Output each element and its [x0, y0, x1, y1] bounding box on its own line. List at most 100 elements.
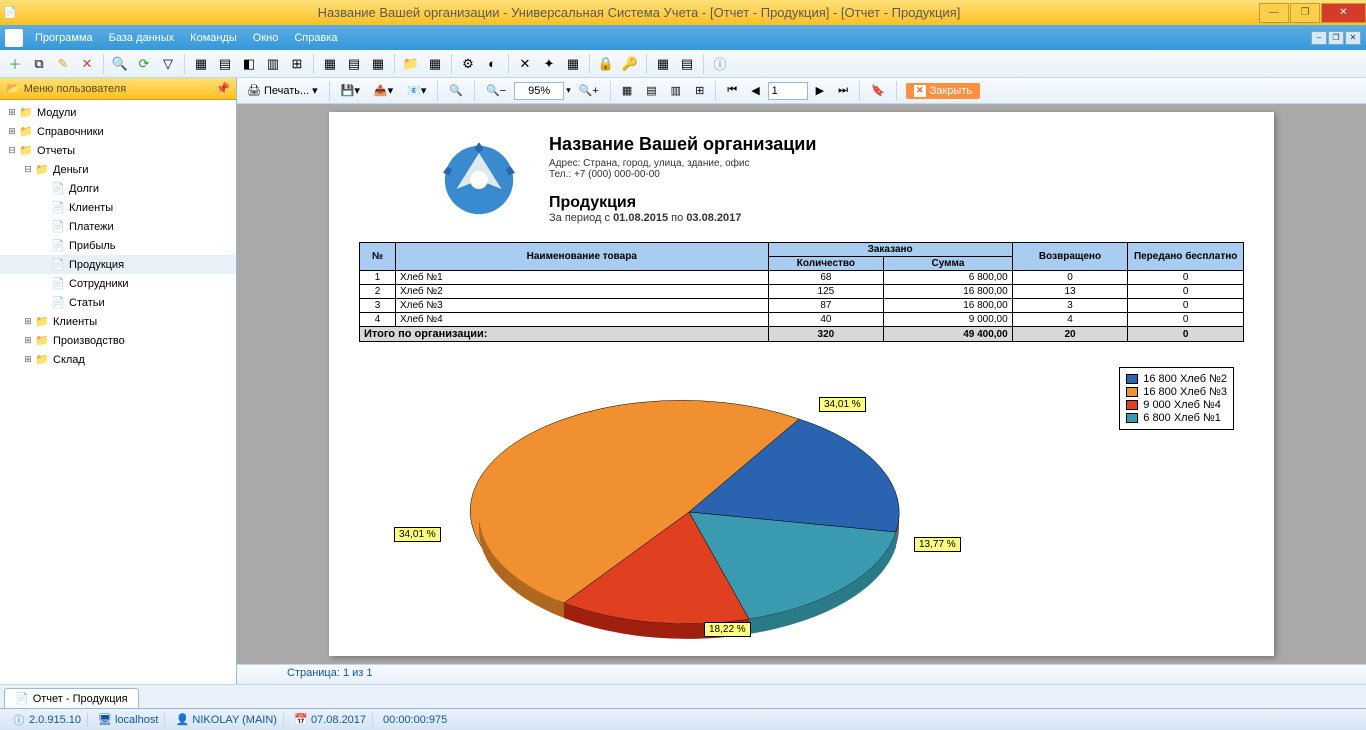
layout-icon-1[interactable]: ▦: [616, 81, 638, 101]
report-logo: [429, 130, 529, 230]
layout-icon-4[interactable]: ⊞: [689, 81, 710, 101]
window-title: Название Вашей организации - Универсальн…: [20, 5, 1258, 20]
tool-icon-17[interactable]: ▤: [676, 53, 698, 75]
prev-page-icon[interactable]: ◀: [745, 81, 765, 101]
zoom-input[interactable]: [514, 82, 564, 100]
legend-item: 6 800 Хлеб №1: [1126, 412, 1227, 424]
menu-item[interactable]: Окно: [245, 29, 287, 47]
zoom-in-icon[interactable]: 🔍+: [573, 81, 605, 101]
bookmark-icon[interactable]: 🔖: [865, 81, 891, 101]
add-icon[interactable]: ＋: [4, 53, 26, 75]
tool-icon-9[interactable]: 📁: [400, 53, 422, 75]
tool-icon-7[interactable]: ▤: [343, 53, 365, 75]
send-icon[interactable]: 📧▾: [401, 81, 432, 101]
copy-icon[interactable]: ⧉: [28, 53, 50, 75]
server-icon: 🖥: [98, 713, 112, 727]
next-page-icon[interactable]: ▶: [810, 81, 830, 101]
title-bar: 📄 Название Вашей организации - Универсал…: [0, 0, 1366, 25]
last-page-icon[interactable]: ⏭: [832, 81, 854, 101]
tool-icon-10[interactable]: ▦: [424, 53, 446, 75]
lock-icon[interactable]: 🔒: [595, 53, 617, 75]
status-bar: ⓘ2.0.915.10 🖥localhost 👤NIKOLAY (MAIN) 📅…: [0, 708, 1366, 730]
menu-item[interactable]: Справка: [286, 29, 345, 47]
tree-node[interactable]: ⊞📁Склад: [0, 350, 236, 369]
page-input[interactable]: [768, 82, 808, 100]
report-viewer[interactable]: Название Вашей организации Адрес: Страна…: [237, 104, 1366, 664]
page-status: Страница: 1 из 1: [237, 664, 1366, 684]
main-toolbar: ＋ ⧉ ✎ ✕ 🔍 ⟳ ▽ ▦ ▤ ◧ ▥ ⊞ ▦ ▤ ▦ 📁 ▦ ⚙ ◐ ✕ …: [0, 50, 1366, 78]
table-row: 4Хлеб №4409 000,0040: [360, 313, 1244, 327]
pie-chart: 34,01 % 13,77 % 18,22 % 34,01 % 16 800 Х…: [359, 367, 1244, 657]
report-period: За период с 01.08.2015 по 03.08.2017: [549, 212, 816, 224]
tree-node[interactable]: ⊞📁Справочники: [0, 122, 236, 141]
tree-node[interactable]: 📄Продукция: [0, 255, 236, 274]
tool-icon-16[interactable]: ▦: [652, 53, 674, 75]
maximize-button[interactable]: ❐: [1290, 3, 1320, 23]
tool-icon-2[interactable]: ▤: [214, 53, 236, 75]
help-icon[interactable]: ⓘ: [709, 53, 731, 75]
tool-icon-13[interactable]: ✕: [514, 53, 536, 75]
mdi-minimize[interactable]: –: [1311, 31, 1327, 45]
tree-node[interactable]: 📄Платежи: [0, 217, 236, 236]
report-org-name: Название Вашей организации: [549, 134, 816, 155]
menu-bar: ПрограммаБаза данныхКомандыОкноСправка –…: [0, 25, 1366, 50]
tool-icon-1[interactable]: ▦: [190, 53, 212, 75]
zoom-out-icon[interactable]: 🔍−: [480, 81, 512, 101]
tool-icon-12[interactable]: ◐: [481, 53, 503, 75]
folder-icon: 📂: [6, 82, 20, 95]
close-report-button[interactable]: ✕Закрыть: [906, 83, 980, 99]
tree-node[interactable]: 📄Долги: [0, 179, 236, 198]
search-icon[interactable]: 🔍: [109, 53, 131, 75]
tool-icon-8[interactable]: ▦: [367, 53, 389, 75]
menu-item[interactable]: База данных: [101, 29, 183, 47]
tool-icon-4[interactable]: ▥: [262, 53, 284, 75]
tree-node[interactable]: ⊞📁Производство: [0, 331, 236, 350]
mdi-close[interactable]: ✕: [1345, 31, 1361, 45]
layout-icon-2[interactable]: ▤: [640, 81, 662, 101]
legend-item: 16 800 Хлеб №3: [1126, 386, 1227, 398]
document-tabs: 📄 Отчет - Продукция: [0, 684, 1366, 708]
menu-item[interactable]: Программа: [27, 29, 101, 47]
mdi-restore[interactable]: ❐: [1328, 31, 1344, 45]
edit-icon[interactable]: ✎: [52, 53, 74, 75]
tree-node[interactable]: ⊞📁Клиенты: [0, 312, 236, 331]
table-row: 1Хлеб №1686 800,0000: [360, 271, 1244, 285]
tool-icon-5[interactable]: ⊞: [286, 53, 308, 75]
table-total-row: Итого по организации:32049 400,00200: [360, 327, 1244, 342]
tool-icon-15[interactable]: ▦: [562, 53, 584, 75]
pin-icon[interactable]: 📌: [216, 82, 230, 95]
tree-node[interactable]: ⊞📁Модули: [0, 103, 236, 122]
user-icon: 👤: [175, 713, 189, 727]
tree-view[interactable]: ⊞📁Модули⊞📁Справочники⊟📁Отчеты⊟📁Деньги📄До…: [0, 100, 236, 684]
menu-item[interactable]: Команды: [182, 29, 245, 47]
tree-node[interactable]: 📄Прибыль: [0, 236, 236, 255]
report-address: Адрес: Страна, город, улица, здание, офи…: [549, 158, 816, 169]
report-table: № Наименование товара Заказано Возвращен…: [359, 242, 1244, 342]
tool-icon-11[interactable]: ⚙: [457, 53, 479, 75]
filter-icon[interactable]: ▽: [157, 53, 179, 75]
tree-node[interactable]: 📄Клиенты: [0, 198, 236, 217]
tree-node[interactable]: 📄Сотрудники: [0, 274, 236, 293]
first-page-icon[interactable]: ⏮: [721, 81, 743, 101]
print-button[interactable]: 🖨 Печать... ▾: [241, 81, 324, 101]
export-icon[interactable]: 📤▾: [368, 81, 399, 101]
close-button[interactable]: ✕: [1321, 3, 1366, 23]
tool-icon-3[interactable]: ◧: [238, 53, 260, 75]
pie-label-3: 18,22 %: [704, 622, 751, 637]
minimize-button[interactable]: —: [1259, 3, 1289, 23]
find-icon[interactable]: 🔍: [443, 81, 469, 101]
app-icon: 📄: [0, 6, 20, 19]
save-icon[interactable]: 💾▾: [335, 81, 366, 101]
tool-icon-14[interactable]: ✦: [538, 53, 560, 75]
tree-node[interactable]: 📄Статьи: [0, 293, 236, 312]
sidebar-header: 📂 Меню пользователя 📌: [0, 78, 236, 100]
key-icon[interactable]: 🔑: [619, 53, 641, 75]
layout-icon-3[interactable]: ▥: [665, 81, 687, 101]
delete-icon[interactable]: ✕: [76, 53, 98, 75]
doc-icon: 📄: [15, 692, 29, 705]
tool-icon-6[interactable]: ▦: [319, 53, 341, 75]
tree-node[interactable]: ⊟📁Отчеты: [0, 141, 236, 160]
refresh-icon[interactable]: ⟳: [133, 53, 155, 75]
document-tab[interactable]: 📄 Отчет - Продукция: [4, 688, 139, 708]
tree-node[interactable]: ⊟📁Деньги: [0, 160, 236, 179]
